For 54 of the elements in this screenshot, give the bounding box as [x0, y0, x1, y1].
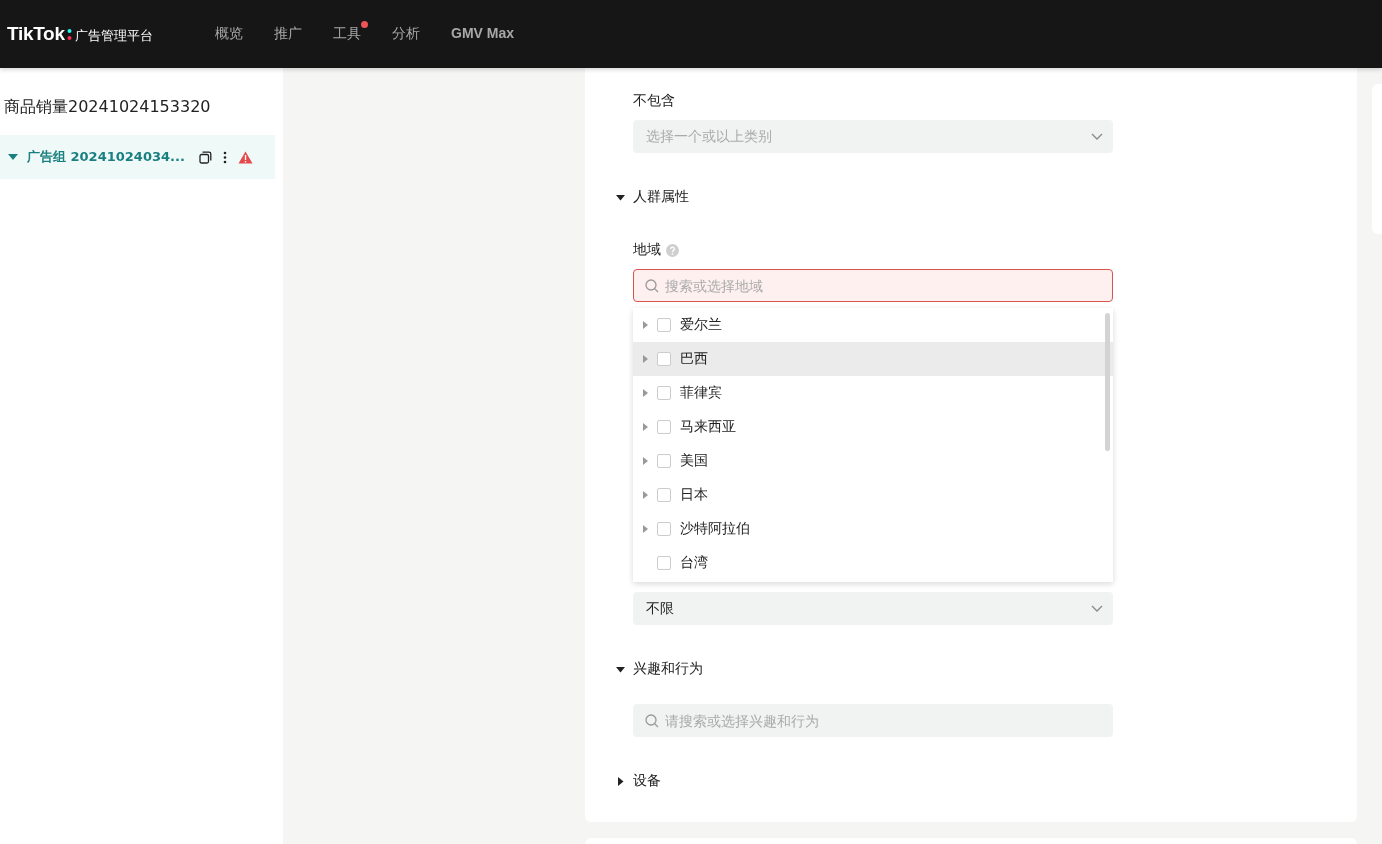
- section-title[interactable]: 人群属性: [633, 188, 689, 206]
- caret-icon[interactable]: [616, 776, 625, 786]
- checkbox[interactable]: [657, 522, 671, 536]
- checkbox[interactable]: [657, 318, 671, 332]
- logo-text[interactable]: TikTok: [7, 23, 65, 45]
- help-icon[interactable]: [666, 243, 679, 257]
- ad-group-name: 广告组 20241024034...: [27, 148, 185, 166]
- interest-search-field[interactable]: 请搜索或选择兴趣和行为: [633, 704, 1113, 737]
- location-option[interactable]: 爱尔兰: [633, 308, 1113, 342]
- nav-link[interactable]: 推广: [274, 25, 302, 43]
- location-option[interactable]: 台湾: [633, 546, 1113, 580]
- caret-icon[interactable]: [616, 664, 625, 674]
- expand-arrow-icon[interactable]: [643, 423, 648, 431]
- field-label: 地域: [633, 241, 661, 259]
- scrollbar[interactable]: [1105, 313, 1110, 451]
- expand-arrow-icon[interactable]: [643, 457, 648, 465]
- chevron-down-icon: [1091, 605, 1103, 612]
- expand-arrow-icon[interactable]: [643, 321, 648, 329]
- copy-icon[interactable]: [198, 150, 212, 164]
- logo-subtitle: 广告管理平台: [74, 26, 153, 45]
- more-icon[interactable]: [222, 150, 227, 164]
- expand-arrow-icon[interactable]: [643, 491, 648, 499]
- ad-group-item[interactable]: 广告组 20241024034...: [0, 135, 275, 179]
- campaign-title[interactable]: 商品销量20241024153320: [4, 97, 283, 118]
- caret-icon[interactable]: [616, 192, 625, 202]
- location-option[interactable]: 美国: [633, 444, 1113, 478]
- location-option[interactable]: 菲律宾: [633, 376, 1113, 410]
- checkbox[interactable]: [657, 420, 671, 434]
- section-title[interactable]: 设备: [633, 772, 661, 790]
- checkbox[interactable]: [657, 352, 671, 366]
- search-icon: [645, 714, 659, 728]
- location-option[interactable]: 巴西: [633, 342, 1113, 376]
- checkbox[interactable]: [657, 386, 671, 400]
- location-option[interactable]: 沙特阿拉伯: [633, 512, 1113, 546]
- expand-arrow-icon[interactable]: [643, 525, 648, 533]
- chevron-down-icon: [1091, 133, 1103, 140]
- expand-arrow-icon[interactable]: [643, 389, 648, 397]
- location-option[interactable]: 马来西亚: [633, 410, 1113, 444]
- location-option[interactable]: 日本: [633, 478, 1113, 512]
- field-label: 不包含: [633, 91, 676, 110]
- location-search-field[interactable]: 搜索或选择地域: [633, 269, 1113, 302]
- section-title[interactable]: 兴趣和行为: [633, 660, 703, 678]
- nav-link[interactable]: 分析: [392, 25, 420, 43]
- checkbox[interactable]: [657, 488, 671, 502]
- nav-link[interactable]: GMV Max: [451, 25, 514, 43]
- checkbox[interactable]: [657, 454, 671, 468]
- expand-arrow-icon[interactable]: [643, 355, 648, 363]
- nav-link[interactable]: 工具: [333, 21, 368, 43]
- search-icon: [645, 279, 659, 293]
- nav-link[interactable]: 概览: [215, 25, 243, 43]
- colon-icon: [66, 27, 72, 41]
- dropdown-select[interactable]: 不限: [633, 592, 1113, 625]
- checkbox[interactable]: [657, 556, 671, 570]
- notification-dot: [361, 21, 368, 28]
